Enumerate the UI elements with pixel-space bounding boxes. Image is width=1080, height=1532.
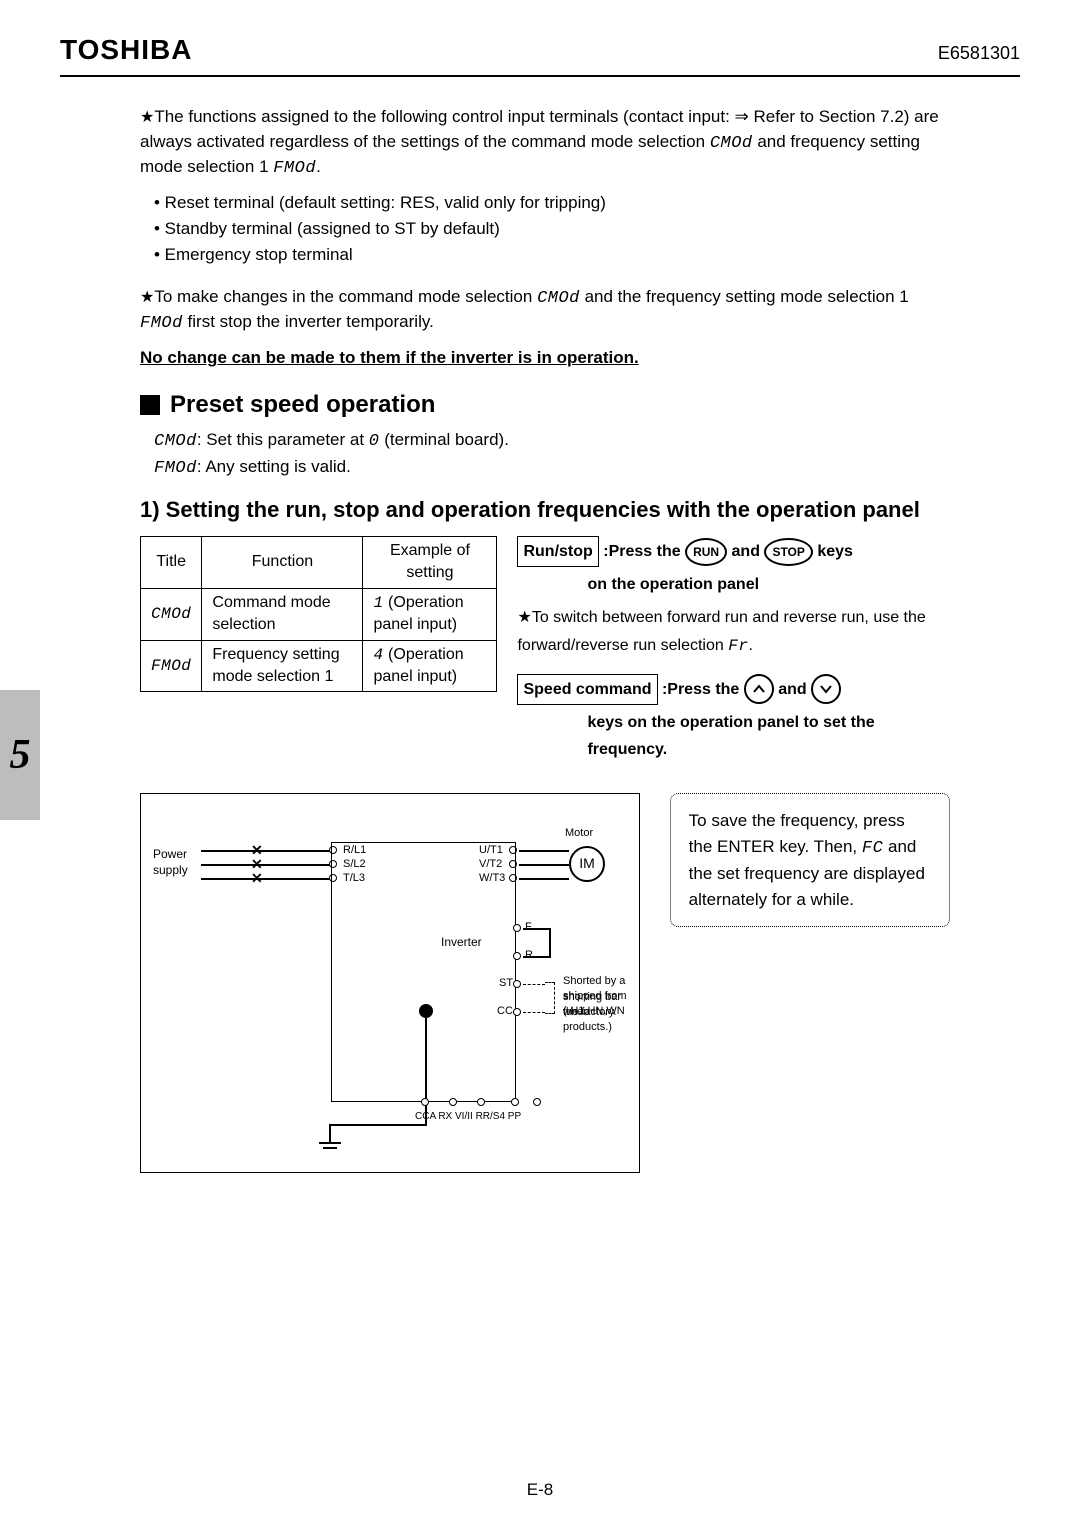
warning-text: No change can be made to them if the inv… [140, 346, 950, 370]
table-header-title: Title [141, 536, 202, 588]
bullet-standby: • Standby terminal (assigned to ST by de… [154, 217, 950, 241]
fmod-setting-line: FMOd: Any setting is valid. [154, 455, 950, 481]
save-frequency-note: To save the frequency, press the ENTER k… [670, 793, 950, 927]
label-motor: Motor [565, 826, 593, 841]
seg-cmod: CMOd [710, 134, 753, 153]
cmod-setting-line: CMOd: Set this parameter at 0 (terminal … [154, 428, 950, 454]
page-header: TOSHIBA E6581301 [60, 30, 1020, 77]
seg-fc: FC [862, 839, 883, 858]
seg-fmod: FMOd [273, 159, 316, 178]
table-header-row: Title Function Example of setting [141, 536, 497, 588]
parameter-table: Title Function Example of setting CMOd C… [140, 536, 497, 692]
wiring-diagram: Power supply ✕ ✕ ✕ R/L1 S/L2 T/L3 [140, 793, 640, 1173]
right-instructions: Run/stop :Press the RUN and STOP keys on… [517, 536, 950, 763]
document-id: E6581301 [938, 41, 1020, 66]
bullet-reset: • Reset terminal (default setting: RES, … [154, 191, 950, 215]
page-number: E-8 [0, 1478, 1080, 1502]
table-header-function: Function [202, 536, 363, 588]
bullet-list: • Reset terminal (default setting: RES, … [154, 191, 950, 266]
table-header-example: Example of setting [363, 536, 497, 588]
motor-icon: IM [569, 846, 605, 882]
bullet-estop: • Emergency stop terminal [154, 243, 950, 267]
speed-command-box: Speed command [517, 674, 657, 705]
ground-icon [319, 1142, 341, 1158]
stop-button-icon: STOP [764, 538, 812, 566]
breaker-icon: ✕ [251, 869, 263, 889]
run-button-icon: RUN [685, 538, 727, 566]
label-supply: supply [153, 862, 188, 879]
paragraph-functions: ★The functions assigned to the following… [140, 105, 950, 181]
section-number: 5 [10, 726, 31, 785]
heading-square-icon [140, 395, 160, 415]
table-row: CMOd Command mode selection 1 (Operation… [141, 588, 497, 640]
runstop-box: Run/stop [517, 536, 598, 567]
down-arrow-icon [811, 674, 841, 704]
table-row: FMOd Frequency setting mode selection 1 … [141, 640, 497, 692]
label-bottom-terminals: CCA RX VI/II RR/S4 PP [415, 1110, 521, 1124]
heading-preset-speed: Preset speed operation [170, 388, 435, 422]
section-heading: Preset speed operation [140, 388, 950, 422]
up-arrow-icon [744, 674, 774, 704]
section-tab: 5 [0, 690, 40, 820]
paragraph-changes: ★To make changes in the command mode sel… [140, 285, 950, 337]
label-inverter: Inverter [441, 934, 482, 951]
brand-logo: TOSHIBA [60, 30, 193, 69]
label-power: Power [153, 846, 187, 863]
sub-heading: 1) Setting the run, stop and operation f… [140, 495, 950, 526]
